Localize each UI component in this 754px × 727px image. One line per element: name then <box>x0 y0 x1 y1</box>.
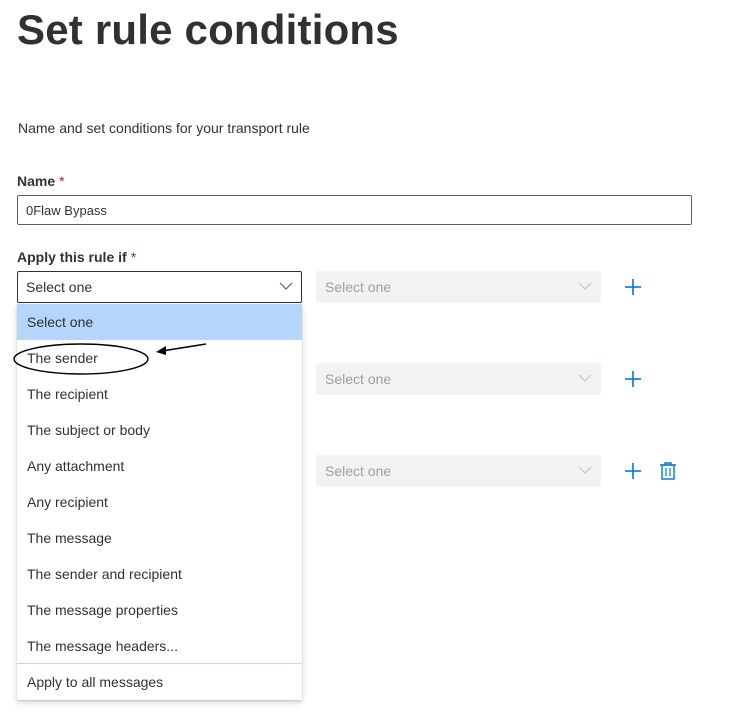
dropdown-option-message-headers[interactable]: The message headers... <box>17 628 302 664</box>
dropdown-option-subject-or-body[interactable]: The subject or body <box>17 412 302 448</box>
chevron-down-icon <box>578 466 592 474</box>
apply-rule-label-text: Apply this rule if <box>17 249 127 265</box>
required-marker: * <box>59 173 65 189</box>
chevron-down-icon <box>578 282 592 290</box>
condition-value-select-3[interactable]: Select one <box>316 455 601 487</box>
required-marker: * <box>130 249 137 265</box>
condition-value-select-2-value: Select one <box>325 371 392 387</box>
condition-value-select-2[interactable]: Select one <box>316 363 601 395</box>
dropdown-option-apply-to-all-messages[interactable]: Apply to all messages <box>17 664 302 700</box>
dropdown-option-the-message[interactable]: The message <box>17 520 302 556</box>
plus-icon[interactable] <box>623 369 643 389</box>
dropdown-option-sender-and-recipient[interactable]: The sender and recipient <box>17 556 302 592</box>
dropdown-option-any-recipient[interactable]: Any recipient <box>17 484 302 520</box>
dropdown-option-select-one[interactable]: Select one <box>17 304 302 340</box>
plus-icon[interactable] <box>623 461 643 481</box>
name-label: Name * <box>17 173 65 189</box>
dropdown-option-the-recipient[interactable]: The recipient <box>17 376 302 412</box>
page-description: Name and set conditions for your transpo… <box>18 120 310 136</box>
apply-rule-label: Apply this rule if * <box>17 249 136 265</box>
condition-dropdown-list: Select one The sender The recipient The … <box>17 304 302 700</box>
trash-icon[interactable] <box>659 461 677 481</box>
apply-rule-select-value: Select one <box>26 279 93 295</box>
name-label-text: Name <box>17 173 56 189</box>
condition-value-select-3-value: Select one <box>325 463 392 479</box>
chevron-down-icon <box>279 282 293 290</box>
name-input[interactable] <box>17 195 692 225</box>
dropdown-option-message-properties[interactable]: The message properties <box>17 592 302 628</box>
condition-value-select-1[interactable]: Select one <box>316 271 601 303</box>
dropdown-option-any-attachment[interactable]: Any attachment <box>17 448 302 484</box>
chevron-down-icon <box>578 374 592 382</box>
dropdown-option-the-sender[interactable]: The sender <box>17 340 302 376</box>
page-title: Set rule conditions <box>17 6 399 53</box>
apply-rule-select[interactable]: Select one <box>17 271 302 303</box>
condition-value-select-1-value: Select one <box>325 279 392 295</box>
plus-icon[interactable] <box>623 277 643 297</box>
